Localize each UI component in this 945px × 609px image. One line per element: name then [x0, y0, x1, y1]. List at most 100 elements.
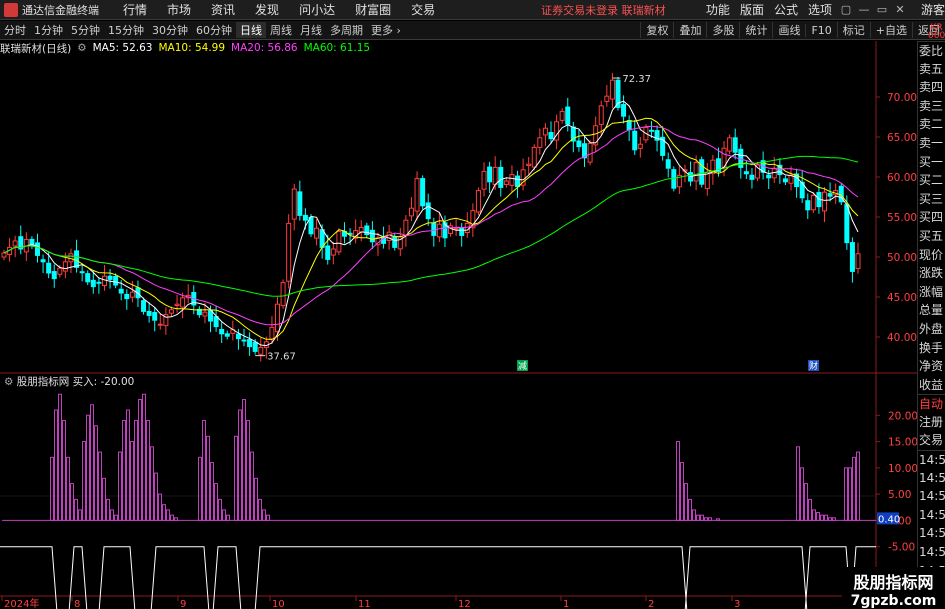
candle-body-18: [101, 275, 107, 286]
period-fenshi[interactable]: 分时: [0, 22, 30, 38]
indicator-bar-31: [174, 517, 178, 521]
minimize-icon[interactable]: —: [855, 3, 873, 16]
period-30min[interactable]: 30分钟: [148, 22, 192, 38]
candle-body-53: [297, 191, 303, 216]
menu-item-wenxiaoda[interactable]: 问小达: [289, 1, 345, 18]
candle-body-111: [621, 104, 627, 117]
candle-body-27: [152, 312, 158, 321]
tool-duogu[interactable]: 多股: [706, 22, 739, 38]
month-label-2: 9: [180, 599, 186, 609]
price-chart[interactable]: 40.00 45.00 50.00 55.00 60.00 65.00 70.00 72.37…: [0, 41, 917, 609]
sidebar-item-19: 自动: [918, 394, 945, 413]
indicator-bar-3: [62, 420, 66, 521]
month-label-8: 3: [734, 599, 740, 609]
candle-body-87: [487, 166, 493, 183]
indicator-bar-53: [692, 509, 696, 521]
month-label-4: 11: [358, 599, 371, 609]
indicator-bar-45: [254, 477, 258, 521]
indicator-bar-70: [848, 467, 852, 521]
tool-fuquan[interactable]: 复权: [640, 22, 673, 38]
app-logo-icon: [4, 2, 18, 17]
tool-f10[interactable]: F10: [805, 23, 836, 37]
candle-body-105: [587, 142, 593, 163]
candle-body-145: [810, 194, 816, 211]
menu-layout[interactable]: 版面: [735, 1, 769, 18]
indicator-value: 买入: -20.00: [72, 376, 135, 388]
maximize-icon[interactable]: ▭: [873, 3, 891, 16]
indicator-bar-28: [162, 504, 166, 521]
period-weekly[interactable]: 周线: [266, 22, 296, 38]
menu-item-caifuquan[interactable]: 财富圈: [345, 1, 401, 18]
candle-body-151: [844, 204, 850, 244]
menu-function[interactable]: 功能: [701, 1, 735, 18]
indicator-bar-11: [94, 425, 98, 521]
candle-body-21: [118, 288, 124, 294]
indicator-bar-7: [78, 509, 82, 521]
menu-item-shichang[interactable]: 市场: [157, 1, 201, 18]
candle-body-36: [202, 311, 208, 317]
sidebar-item-17: 净资: [919, 359, 944, 374]
candle-body-130: [727, 137, 733, 152]
candle-body-45: [252, 341, 258, 352]
indicator-bar-35: [210, 462, 214, 521]
candle-body-11: [62, 261, 68, 272]
candle-body-144: [805, 200, 811, 211]
period-multi[interactable]: 多周期: [326, 22, 367, 38]
sidebar-item-24: 14:56: [919, 489, 945, 504]
period-1min[interactable]: 1分钟: [30, 22, 67, 38]
period-daily[interactable]: 日线: [236, 22, 266, 38]
indicator-bar-15: [110, 509, 114, 521]
month-label-6: 1: [563, 599, 569, 609]
sidebar-item-15: 外盘: [919, 321, 944, 336]
candle-body-54: [302, 214, 308, 221]
period-60min[interactable]: 60分钟: [192, 22, 236, 38]
indicator-bar-36: [214, 483, 218, 521]
menu-options[interactable]: 选项: [803, 1, 837, 18]
indicator-title-row: ⚙ 股朋指标网 买入: -20.00: [4, 374, 134, 389]
guest-label[interactable]: 游客: [921, 1, 945, 18]
tool-tongji[interactable]: 统计: [739, 22, 772, 38]
tool-diejia[interactable]: 叠加: [673, 22, 706, 38]
candle-body-134: [749, 174, 755, 180]
sidebar-item-4: 卖二: [919, 117, 944, 132]
close-icon[interactable]: ✕: [891, 3, 909, 16]
indicator-bar-5: [70, 483, 74, 521]
candle-body-73: [408, 207, 414, 217]
ind-tick-label-3: 5.00: [888, 489, 911, 501]
month-label-7: 2: [648, 599, 654, 609]
sidebar-item-8: 买三: [919, 191, 944, 206]
indicator-settings-icon[interactable]: ⚙: [4, 376, 13, 388]
period-more[interactable]: 更多 ›: [367, 22, 405, 38]
indicator-bar-23: [142, 393, 146, 521]
candle-body-133: [743, 171, 749, 175]
menu-item-faxian[interactable]: 发现: [245, 1, 289, 18]
sidebar-item-14: 总量: [919, 303, 944, 318]
indicator-current-value: 0.40: [878, 514, 900, 525]
candle-body-6: [34, 242, 40, 256]
indicator-bar-34: [206, 435, 210, 521]
period-5min[interactable]: 5分钟: [67, 22, 104, 38]
indicator-bar-54: [696, 514, 700, 521]
month-label-1: 8: [74, 599, 80, 609]
high-price-label: 72.37: [622, 74, 651, 85]
menu-item-zixun[interactable]: 资讯: [201, 1, 245, 18]
candle-body-28: [157, 323, 163, 326]
price-tick-label-3: 55.00: [887, 212, 917, 224]
indicator-bar-43: [246, 420, 250, 521]
menu-formula[interactable]: 公式: [769, 1, 803, 18]
period-15min[interactable]: 15分钟: [104, 22, 148, 38]
menu-item-jiaoyi[interactable]: 交易: [401, 1, 445, 18]
tool-huaxian[interactable]: 画线: [772, 22, 805, 38]
candle-body-107: [598, 105, 604, 125]
ind-tick-label-5: 15.00: [888, 437, 917, 449]
candle-body-137: [766, 174, 772, 179]
candle-body-10: [57, 267, 63, 275]
restore-icon[interactable]: ▢: [837, 3, 855, 16]
sidebar-item-22: 14:56: [918, 450, 945, 469]
tool-biaoji[interactable]: 标记: [836, 22, 870, 38]
menu-item-hangqing[interactable]: 行情: [113, 1, 157, 18]
tool-add-watchlist[interactable]: +自选: [869, 22, 912, 38]
indicator-bar-61: [804, 483, 808, 521]
login-notice[interactable]: 证券交易未登录 联瑞新材: [541, 2, 666, 18]
period-monthly[interactable]: 月线: [296, 22, 326, 38]
